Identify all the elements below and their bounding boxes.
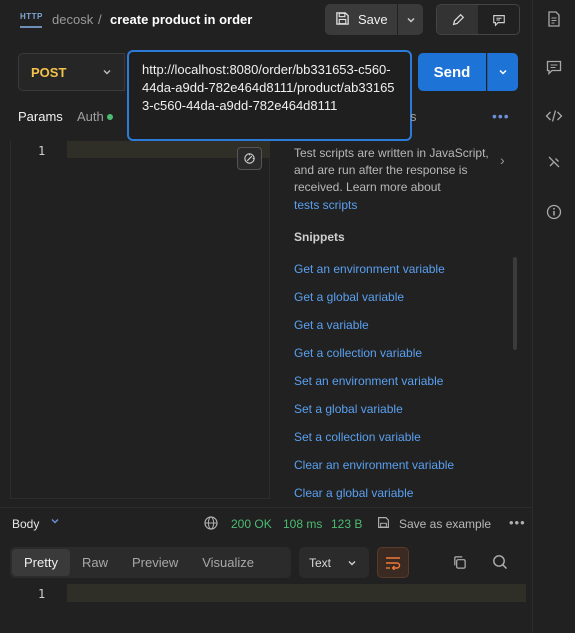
line-number: 1: [38, 144, 46, 158]
tab-params[interactable]: Params: [18, 109, 63, 124]
response-line-highlight: [67, 584, 526, 602]
save-dropdown-button[interactable]: [398, 4, 423, 35]
snippet-item[interactable]: Get a collection variable: [294, 346, 454, 374]
response-body-label[interactable]: Body: [12, 517, 39, 531]
pencil-icon: [452, 13, 464, 25]
response-more-button[interactable]: •••: [509, 515, 526, 530]
tests-scripts-link[interactable]: tests scripts: [294, 198, 357, 212]
breadcrumb-separator: /: [98, 12, 102, 27]
snippet-item[interactable]: Set an environment variable: [294, 374, 454, 402]
magic-wand-icon: [244, 153, 255, 164]
scripts-info-text: Test scripts are written in JavaScript, …: [294, 146, 489, 194]
send-button[interactable]: Send: [418, 53, 486, 91]
snippet-item[interactable]: Get a global variable: [294, 290, 454, 318]
chevron-down-icon: [499, 69, 507, 75]
tab-visualize[interactable]: Visualize: [190, 549, 266, 576]
panel-divider[interactable]: [0, 507, 532, 508]
snippet-item[interactable]: Get an environment variable: [294, 262, 454, 290]
request-title[interactable]: create product in order: [110, 12, 252, 27]
method-select[interactable]: POST: [18, 53, 125, 91]
breadcrumb-parent[interactable]: decosk: [52, 12, 93, 27]
snippet-button[interactable]: [237, 147, 262, 170]
documentation-icon[interactable]: [545, 10, 563, 28]
more-tabs-button[interactable]: •••: [492, 108, 510, 124]
status-code[interactable]: 200 OK: [231, 517, 272, 531]
tab-pretty[interactable]: Pretty: [12, 549, 70, 576]
snippet-item[interactable]: Clear an environment variable: [294, 458, 454, 486]
chevron-down-icon: [348, 560, 356, 565]
save-button[interactable]: Save: [325, 4, 397, 35]
snippet-item[interactable]: Set a collection variable: [294, 430, 454, 458]
wrap-lines-button[interactable]: [377, 547, 409, 578]
tab-raw[interactable]: Raw: [70, 549, 120, 576]
related-collections-icon[interactable]: [545, 154, 563, 172]
save-icon: [335, 11, 350, 29]
chevron-down-icon[interactable]: [50, 516, 60, 529]
save-label: Save: [358, 12, 388, 27]
wrap-icon: [386, 556, 401, 570]
code-icon[interactable]: [545, 107, 563, 125]
tab-auth[interactable]: Auth: [77, 109, 104, 124]
globe-icon[interactable]: [204, 516, 218, 530]
chevron-down-icon: [103, 70, 111, 75]
save-icon: [377, 516, 390, 532]
save-as-example-button[interactable]: Save as example: [399, 517, 491, 531]
snippet-item[interactable]: Clear a global variable: [294, 486, 454, 514]
response-line-number: 1: [38, 587, 46, 601]
comment-icon[interactable]: [545, 58, 563, 76]
chevron-right-icon[interactable]: ›: [500, 152, 505, 168]
edit-button[interactable]: [437, 5, 478, 34]
snippets-scrollbar[interactable]: [513, 257, 517, 350]
snippets-list: Get an environment variable Get a global…: [294, 262, 454, 514]
view-toggle: [436, 4, 520, 35]
right-sidebar: [532, 0, 575, 633]
response-size[interactable]: 123 B: [331, 517, 362, 531]
search-icon[interactable]: [492, 554, 508, 573]
method-label: POST: [31, 64, 67, 80]
tab-tests-partial[interactable]: s: [410, 109, 417, 124]
format-select[interactable]: Text: [299, 547, 369, 578]
chevron-down-icon: [407, 17, 414, 22]
tab-preview[interactable]: Preview: [120, 549, 190, 576]
response-time[interactable]: 108 ms: [283, 517, 322, 531]
comment-icon: [492, 14, 505, 27]
auth-status-dot: [107, 114, 113, 120]
snippets-heading: Snippets: [294, 230, 345, 244]
comments-button[interactable]: [478, 5, 519, 34]
http-icon: HTTP: [20, 12, 42, 28]
send-dropdown-button[interactable]: [487, 53, 518, 91]
snippet-item[interactable]: Set a global variable: [294, 402, 454, 430]
script-editor[interactable]: [10, 141, 270, 499]
copy-icon[interactable]: [452, 555, 467, 573]
response-view-tabs: Pretty Raw Preview Visualize: [10, 547, 291, 578]
info-icon[interactable]: [545, 203, 563, 221]
format-label: Text: [309, 555, 332, 570]
url-input[interactable]: http://localhost:8080/order/bb331653-c56…: [127, 50, 412, 141]
snippet-item[interactable]: Get a variable: [294, 318, 454, 346]
